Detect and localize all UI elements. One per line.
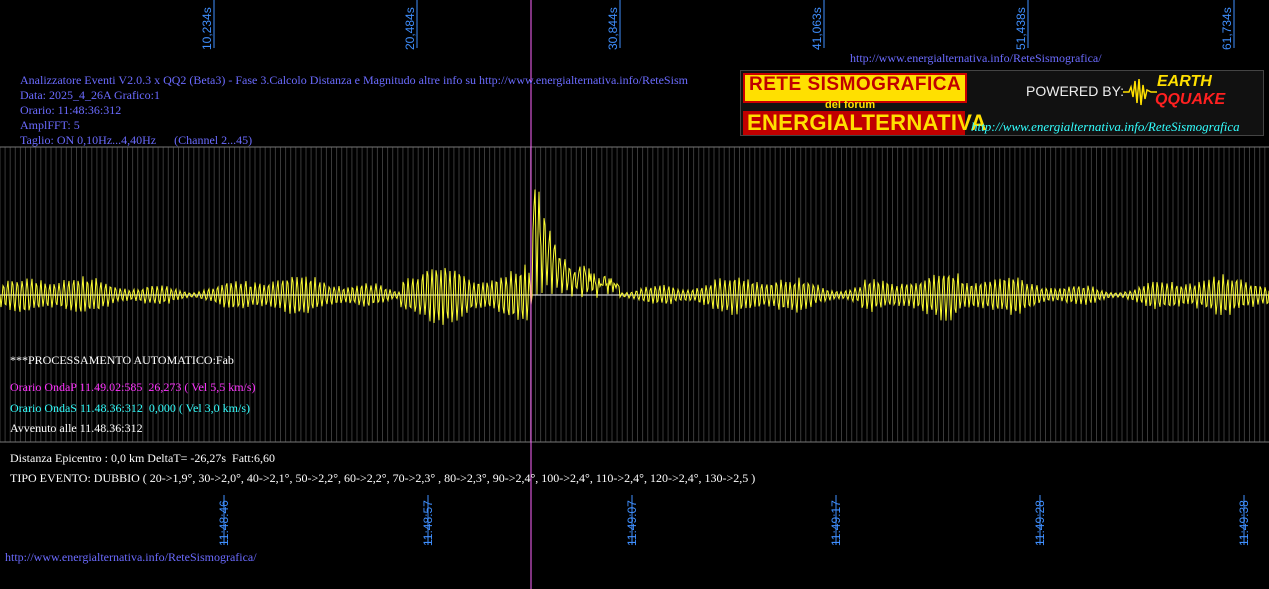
auto-processing-label: ***PROCESSAMENTO AUTOMATICO:Fab xyxy=(10,353,234,367)
bottom-tick-label-1: 11:48:46 xyxy=(217,500,231,546)
top-tick-label-5: 51,438s xyxy=(1014,7,1028,50)
data-line: Data: 2025_4_26A Grafico:1 xyxy=(20,88,160,102)
distanza-line: Distanza Epicentro : 0,0 km DeltaT= -26,… xyxy=(10,451,276,465)
footer-url[interactable]: http://www.energialternativa.info/ReteSi… xyxy=(5,550,257,564)
top-tick-label-1: 10,234s xyxy=(200,7,214,50)
app-title-line: Analizzatore Eventi V2.0.3 x QQ2 (Beta3)… xyxy=(20,73,688,87)
onda-s-line: Orario OndaS 11.48.36:312 0,000 ( Vel 3,… xyxy=(10,401,250,415)
logo-powered-by: POWERED BY: xyxy=(1026,83,1125,99)
logo-title: RETE SISMOGRAFICA xyxy=(749,74,962,95)
bottom-tick-label-6: 11:49:38 xyxy=(1237,500,1251,546)
avvenuto-line: Avvenuto alle 11.48.36:312 xyxy=(10,421,143,435)
seismic-trace xyxy=(0,189,1269,325)
onda-p-line: Orario OndaP 11.49.02:585 26,273 ( Vel 5… xyxy=(10,380,256,394)
orario-line: Orario: 11:48:36:312 xyxy=(20,103,122,117)
bottom-tick-label-4: 11:49:17 xyxy=(829,500,843,546)
rete-sismografica-logo: RETE SISMOGRAFICA del forum ENERGIALTERN… xyxy=(740,70,1264,136)
top-tick-label-6: 61,734s xyxy=(1220,7,1234,50)
taglio-line: Taglio: ON 0,10Hz...4,40Hz (Channel 2...… xyxy=(20,133,253,147)
logo-brand: ENERGIALTERNATIVA xyxy=(747,110,987,135)
bottom-tick-label-5: 11:49:28 xyxy=(1033,500,1047,546)
bottom-tick-label-3: 11:49:07 xyxy=(625,500,639,546)
seismograph-canvas: 10,234s 20,484s 30,844s 41,063s 51,438s … xyxy=(0,0,1269,589)
logo-earth: EARTH xyxy=(1157,73,1212,90)
earthquake-wave-icon xyxy=(1123,78,1157,106)
tipo-evento-line: TIPO EVENTO: DUBBIO ( 20->1,9°, 30->2,0°… xyxy=(10,471,756,485)
ampl-line: AmplFFT: 5 xyxy=(20,118,80,132)
bottom-tick-label-2: 11:48:57 xyxy=(421,500,435,546)
logo-quake: QQUAKE xyxy=(1155,91,1226,108)
top-tick-label-2: 20,484s xyxy=(403,7,417,50)
logo-url[interactable]: http://www.energialternativa.info/ReteSi… xyxy=(971,119,1240,135)
top-url[interactable]: http://www.energialternativa.info/ReteSi… xyxy=(850,51,1102,65)
top-tick-label-3: 30,844s xyxy=(606,7,620,50)
top-tick-label-4: 41,063s xyxy=(810,7,824,50)
